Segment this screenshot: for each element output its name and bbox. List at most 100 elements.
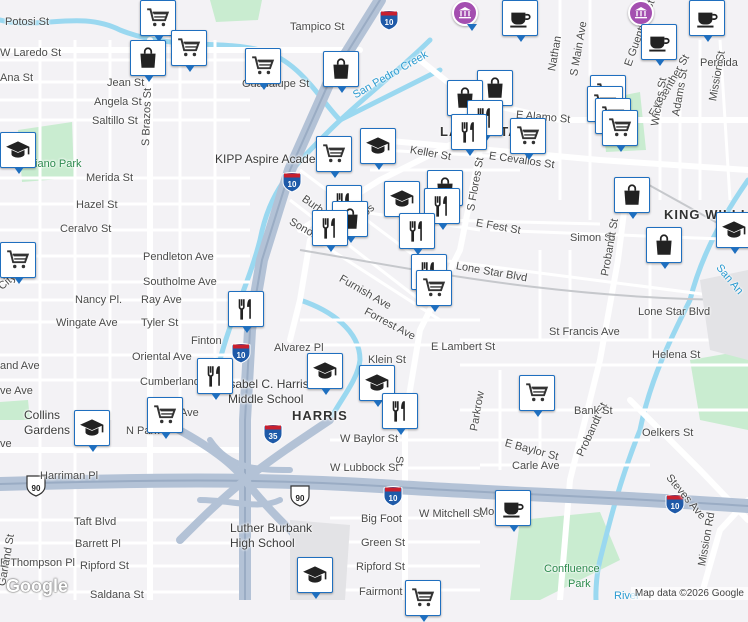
shopping-marker[interactable] [316,136,352,178]
park-label: Confluence [544,563,600,575]
shopping-icon [176,35,202,61]
school-marker[interactable] [360,128,396,170]
street-label: Oelkers St [642,427,694,439]
svg-text:10: 10 [389,494,398,503]
shopping-marker[interactable] [405,580,441,622]
restaurant-marker[interactable] [228,291,264,333]
restaurant-marker[interactable] [382,393,418,435]
cafe-icon [507,5,533,31]
shopping-marker[interactable] [416,270,452,312]
street-label: Hazel St [76,199,118,211]
street-label: Southolme Ave [143,276,217,288]
shopping-marker[interactable] [602,110,638,152]
cafe-icon [646,29,672,55]
cafe-marker[interactable] [502,0,538,42]
street-label: Pereida [700,57,738,69]
street-label: Taft Blvd [74,516,117,528]
shopping-marker[interactable] [171,30,207,72]
school-marker[interactable] [307,353,343,395]
shopping-marker[interactable] [0,242,36,284]
us-highway-shield: 90 [290,485,310,507]
street-label: Bank St [574,405,613,417]
street-label: St [393,456,405,467]
street-label: Carle Ave [512,460,560,472]
street-label: Angela St [94,96,142,108]
shopping-marker[interactable] [510,118,546,160]
street-label: Tampico St [290,21,345,33]
school-marker[interactable] [297,557,333,599]
school-marker[interactable] [384,181,420,223]
shopping-icon [250,53,276,79]
street-label: Merida St [86,172,134,184]
shopping-icon [607,115,633,141]
street-label: Ray Ave [141,294,182,306]
google-logo: Google [6,576,68,596]
street-label: W Baylor St [340,433,399,445]
street-label: Pendleton Ave [143,251,214,263]
svg-text:90: 90 [296,494,305,503]
shopping-icon [321,141,347,167]
museum-marker[interactable] [452,0,478,31]
school-icon [721,217,747,243]
area-label: HARRIS [292,408,348,423]
poi-label: Isabel C. Harris [226,377,309,391]
interstate-shield: 35 [263,424,283,445]
restaurant-icon [387,398,413,424]
restaurant-marker[interactable] [399,213,435,255]
school-icon [312,358,338,384]
street-label: Ana St [0,72,34,84]
cafe-marker[interactable] [495,490,531,532]
svg-text:35: 35 [269,432,278,441]
poi-label: KIPP Aspire Academy [215,152,332,166]
poi-label: Middle School [228,392,304,406]
street-label: and Ave [0,360,40,372]
school-icon [5,137,31,163]
shopping-marker[interactable] [245,48,281,90]
restaurant-marker[interactable] [197,358,233,400]
street-label: Big Foot [361,513,402,525]
street-label: Wingate Ave [56,317,118,329]
poi-label: Collins [24,408,61,422]
street-label: Potosi St [5,16,50,28]
cafe-marker[interactable] [689,0,725,42]
street-label: Saltillo St [92,115,138,127]
street-label: Oriental Ave [132,351,192,363]
interstate-shield: 10 [379,10,399,31]
shopping-bag-marker[interactable] [130,40,166,82]
shopping-bag-marker[interactable] [323,51,359,93]
shopping-bag-marker[interactable] [614,177,650,219]
shopping-bag-marker[interactable] [646,227,682,269]
shopping-marker[interactable] [519,375,555,417]
street-label: ve [0,438,12,450]
shopping-bag-icon [482,75,508,101]
shopping-icon [152,402,178,428]
shopping-bag-icon [135,45,161,71]
interstate-shield: 10 [231,343,251,364]
shopping-icon [515,123,541,149]
shopping-icon [410,585,436,611]
street-label: Lone Star Blvd [638,306,711,318]
museum-marker[interactable] [628,0,654,31]
school-marker[interactable] [74,410,110,452]
shopping-icon [5,247,31,273]
svg-text:10: 10 [237,351,246,360]
street-label: S Brazos St [140,87,155,147]
map-attribution: Map data ©2026 Google [630,587,748,600]
restaurant-marker[interactable] [312,210,348,252]
poi-label: High School [230,536,295,550]
cafe-marker[interactable] [641,24,677,66]
street-label: Saldana St [90,589,144,601]
svg-text:90: 90 [32,484,41,493]
svg-text:10: 10 [671,502,680,511]
restaurant-icon [202,363,228,389]
restaurant-icon [404,218,430,244]
street-label: Nancy Pl. [75,294,123,306]
restaurant-marker[interactable] [451,114,487,156]
park-label: Park [568,578,591,590]
school-marker[interactable] [716,212,748,254]
school-marker[interactable] [0,132,36,174]
school-icon [79,415,105,441]
cafe-icon [500,495,526,521]
shopping-marker[interactable] [147,397,183,439]
museum-icon [633,5,649,21]
